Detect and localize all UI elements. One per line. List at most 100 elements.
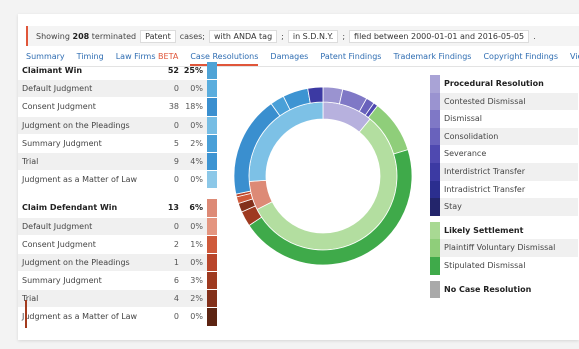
row-count: 0 bbox=[173, 221, 179, 231]
row-count: 5 bbox=[173, 138, 179, 148]
legend-item-severance[interactable]: Severance bbox=[430, 145, 578, 163]
row-count: 4 bbox=[173, 294, 179, 304]
legend-item-no-case-resolution[interactable]: No Case Resolution bbox=[430, 280, 578, 299]
row-label: Judgment on the Pleadings bbox=[22, 257, 130, 267]
table-row[interactable]: Default Judgment 0 0% bbox=[18, 217, 217, 236]
tab-copyright-findings[interactable]: Copyright Findings bbox=[483, 51, 558, 66]
row-label: Summary Judgment bbox=[22, 276, 102, 286]
claimant-win-table: Claimant Win 52 25% Default Judgment 0 0% Cons… bbox=[18, 62, 217, 190]
beta-badge: BETA bbox=[158, 52, 179, 61]
table-row[interactable]: Judgment as a Matter of Law 0 0% bbox=[18, 308, 217, 327]
row-label: Judgment on the Pleadings bbox=[22, 120, 130, 130]
showing-label: Showing 208 terminated bbox=[36, 31, 137, 41]
legend-item-stipulated-dismissal[interactable]: Stipulated Dismissal bbox=[430, 256, 578, 275]
tab-patent-findings[interactable]: Patent Findings bbox=[320, 51, 381, 66]
outcome-tables: Claimant Win 52 25% Default Judgment 0 0% Cons… bbox=[18, 62, 217, 327]
tab-damages[interactable]: Damages bbox=[270, 51, 308, 66]
row-count: 0 bbox=[173, 120, 179, 130]
legend-label: Contested Dismissal bbox=[444, 96, 526, 106]
filter-end: . bbox=[533, 31, 536, 41]
filter-chip-anda[interactable]: with ANDA tag bbox=[209, 29, 278, 43]
table-row[interactable]: Consent Judgment 2 1% bbox=[18, 235, 217, 254]
legend-item-likely-settlement[interactable]: Likely Settlement bbox=[430, 221, 578, 240]
table-row[interactable]: Trial 4 2% bbox=[18, 290, 217, 309]
color-swatch bbox=[207, 134, 217, 152]
row-count: 0 bbox=[173, 312, 179, 322]
row-label: Claimant Win bbox=[22, 66, 83, 75]
row-percent: 0% bbox=[190, 257, 203, 267]
legend-label: Stay bbox=[444, 202, 462, 212]
row-count: 6 bbox=[173, 276, 179, 286]
legend-label: Stipulated Dismissal bbox=[444, 260, 526, 270]
tab-label: Vie bbox=[570, 52, 579, 61]
color-swatch bbox=[207, 171, 217, 189]
table-row[interactable]: Consent Judgment 38 18% bbox=[18, 98, 217, 117]
row-count: 9 bbox=[173, 156, 179, 166]
legend-label: Likely Settlement bbox=[444, 225, 524, 235]
table-row[interactable]: Judgment on the Pleadings 0 0% bbox=[18, 116, 217, 135]
row-label: Claim Defendant Win bbox=[22, 203, 118, 213]
tab-label: Patent Findings bbox=[320, 52, 382, 61]
legend-item-procedural-resolution[interactable]: Procedural Resolution bbox=[430, 75, 578, 93]
outer-slice-interdistrict-transfer[interactable] bbox=[307, 86, 324, 104]
table-header-row[interactable]: Claim Defendant Win 13 6% bbox=[18, 199, 217, 218]
table-row[interactable]: Summary Judgment 6 3% bbox=[18, 272, 217, 291]
legend-swatch bbox=[430, 198, 440, 216]
filter-chip-patent[interactable]: Patent bbox=[140, 29, 176, 43]
legend-item-stay[interactable]: Stay bbox=[430, 198, 578, 216]
table-row[interactable]: Default Judgment 0 0% bbox=[18, 80, 217, 99]
defendant-win-table: Claim Defendant Win 13 6% Default Judgment 0… bbox=[18, 199, 217, 327]
filter-chip-dates[interactable]: filed between 2000-01-01 and 2016-05-05 bbox=[349, 29, 530, 43]
color-swatch bbox=[207, 235, 217, 253]
legend-swatch bbox=[430, 75, 440, 93]
color-swatch bbox=[207, 290, 217, 308]
row-count: 1 bbox=[173, 257, 179, 267]
row-count: 52 bbox=[167, 66, 179, 75]
row-percent: 2% bbox=[190, 294, 203, 304]
legend-item-dismissal[interactable]: Dismissal bbox=[430, 110, 578, 128]
filter-separator: ; bbox=[281, 31, 284, 41]
legend-label: Severance bbox=[444, 149, 487, 159]
row-count: 0 bbox=[173, 84, 179, 94]
color-swatch bbox=[207, 98, 217, 116]
legend-label: Plaintiff Voluntary Dismissal bbox=[444, 243, 556, 253]
color-swatch bbox=[207, 272, 217, 290]
row-percent: 2% bbox=[190, 138, 203, 148]
tab-label: Copyright Findings bbox=[483, 52, 559, 61]
table-row[interactable]: Judgment as a Matter of Law 0 0% bbox=[18, 171, 217, 190]
filter-text-cases: cases; bbox=[179, 31, 206, 41]
legend-label: Dismissal bbox=[444, 114, 483, 124]
tab-label: Damages bbox=[270, 52, 309, 61]
filter-separator: ; bbox=[342, 31, 346, 41]
table-row[interactable]: Summary Judgment 5 2% bbox=[18, 134, 217, 153]
tab-label: Case Resolutions bbox=[190, 52, 259, 61]
legend-item-contested-dismissal[interactable]: Contested Dismissal bbox=[430, 92, 578, 111]
table-header-row[interactable]: Claimant Win 52 25% bbox=[18, 62, 217, 81]
legend-item-plaintiff-voluntary-dismissal[interactable]: Plaintiff Voluntary Dismissal bbox=[430, 239, 578, 257]
color-swatch bbox=[207, 217, 217, 235]
legend-item-interdistrict-transfer[interactable]: Interdistrict Transfer bbox=[430, 162, 578, 181]
row-percent: 18% bbox=[185, 102, 203, 112]
row-percent: 0% bbox=[190, 84, 203, 94]
table-row[interactable]: Trial 9 4% bbox=[18, 152, 217, 172]
legend-swatch bbox=[430, 221, 440, 240]
legend-swatch bbox=[430, 162, 440, 181]
legend-item-intradistrict-transfer[interactable]: Intradistrict Transfer bbox=[430, 180, 578, 199]
row-label: Judgment as a Matter of Law bbox=[22, 175, 138, 185]
tab-vie[interactable]: Vie bbox=[570, 51, 579, 66]
row-label: Judgment as a Matter of Law bbox=[22, 312, 138, 322]
tab-label: Trademark Findings bbox=[393, 52, 472, 61]
row-label: Summary Judgment bbox=[22, 138, 102, 148]
legend-label: Procedural Resolution bbox=[444, 79, 544, 88]
legend-label: Interdistrict Transfer bbox=[444, 166, 525, 176]
table-row[interactable]: Judgment on the Pleadings 1 0% bbox=[18, 253, 217, 273]
row-percent: 1% bbox=[190, 239, 203, 249]
legend-label: Intradistrict Transfer bbox=[444, 184, 526, 194]
color-swatch bbox=[207, 80, 217, 98]
legend-swatch bbox=[430, 110, 440, 128]
tab-trademark-findings[interactable]: Trademark Findings bbox=[393, 51, 471, 66]
legend-swatch bbox=[430, 280, 440, 299]
legend-item-consolidation[interactable]: Consolidation bbox=[430, 127, 578, 146]
filter-chip-court[interactable]: in S.D.N.Y. bbox=[287, 29, 339, 43]
legend-swatch bbox=[430, 127, 440, 146]
